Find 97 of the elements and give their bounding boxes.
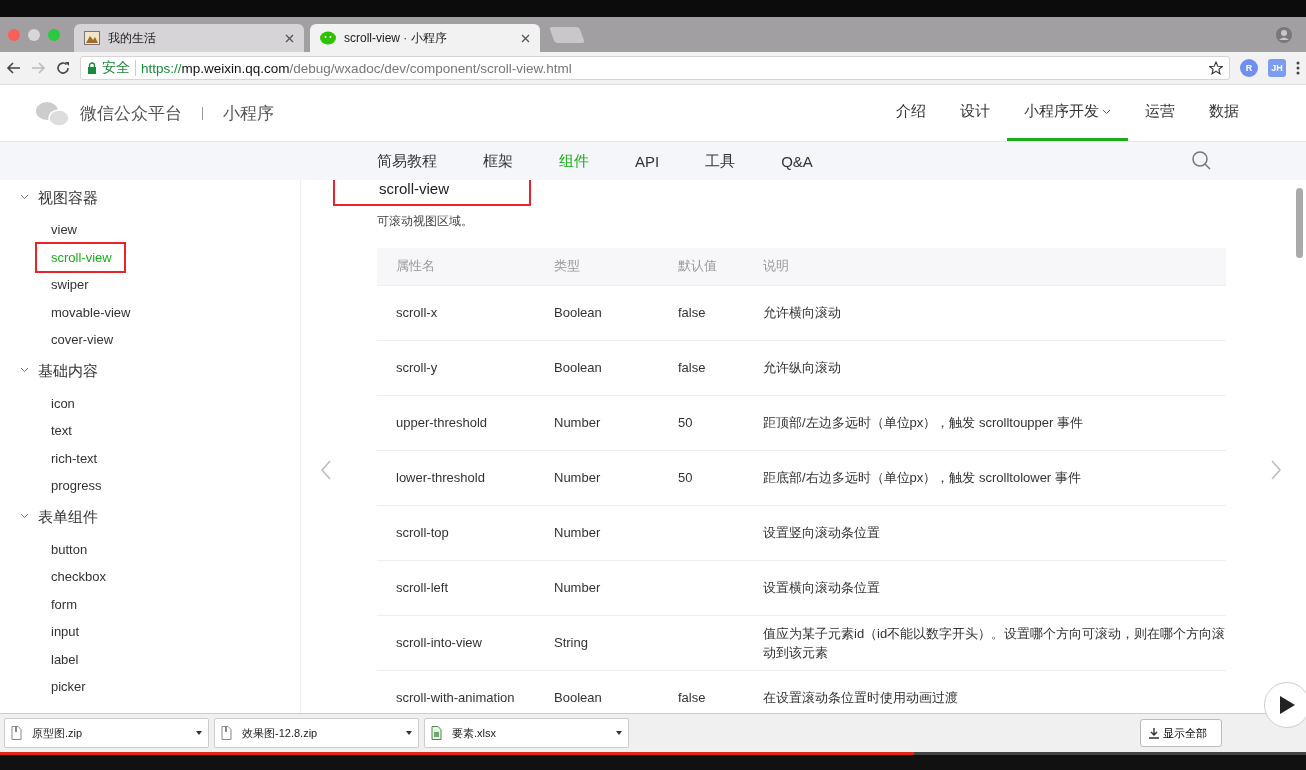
- video-progress-bar[interactable]: [0, 752, 1306, 755]
- table-cell: Boolean: [535, 340, 659, 395]
- table-cell: Number: [535, 560, 659, 615]
- table-cell: 50: [659, 395, 744, 450]
- table-cell: false: [659, 285, 744, 340]
- table-cell: 允许纵向滚动: [744, 340, 1226, 395]
- minimize-window-button[interactable]: [28, 28, 40, 41]
- table-cell: 距顶部/左边多远时（单位px），触发 scrolltoupper 事件: [744, 395, 1226, 450]
- sidebar-item[interactable]: picker: [20, 673, 86, 701]
- sidebar-item[interactable]: progress: [20, 472, 102, 500]
- sidebar-item[interactable]: text: [20, 417, 72, 445]
- chat-logo-icon: [35, 99, 70, 127]
- table-cell: lower-threshold: [377, 450, 535, 505]
- column-header: 类型: [535, 248, 659, 285]
- close-icon: [521, 33, 530, 43]
- table-cell: scroll-y: [377, 340, 535, 395]
- reload-icon: [56, 61, 70, 75]
- account-icon: [1276, 27, 1292, 43]
- sidebar-item[interactable]: form: [20, 590, 77, 618]
- site-section: 小程序: [223, 101, 274, 125]
- subnav-tab[interactable]: 工具: [705, 151, 736, 171]
- caret-icon: [196, 731, 202, 735]
- chevron-left-icon: [320, 460, 332, 480]
- lock-icon: [87, 62, 97, 74]
- table-cell: 50: [659, 450, 744, 505]
- download-item[interactable]: 原型图.zip: [4, 718, 209, 748]
- nav-tab[interactable]: 运营: [1128, 85, 1192, 141]
- sidebar-item[interactable]: input: [20, 618, 80, 646]
- nav-tab[interactable]: 介绍: [879, 85, 943, 141]
- sidebar-group[interactable]: 表单组件: [20, 507, 98, 528]
- file-icon: [11, 726, 22, 740]
- column-header: 属性名: [377, 248, 535, 285]
- file-icon: [431, 726, 442, 740]
- close-window-button[interactable]: [8, 28, 20, 41]
- nav-tab[interactable]: 数据: [1192, 85, 1256, 141]
- page-description: 可滚动视图区域。: [377, 213, 474, 230]
- maximize-window-button[interactable]: [48, 28, 60, 41]
- download-icon: [1149, 727, 1159, 739]
- sidebar-item[interactable]: rich-text: [20, 444, 98, 472]
- table-cell: Number: [535, 450, 659, 505]
- forward-icon: [31, 61, 46, 75]
- download-item[interactable]: 要素.xlsx: [424, 718, 629, 748]
- download-item[interactable]: 效果图-12.8.zip: [214, 718, 419, 748]
- sidebar-item[interactable]: icon: [20, 389, 75, 417]
- browser-tab[interactable]: scroll-view · 小程序: [310, 24, 540, 52]
- show-all-button[interactable]: 显示全部: [1140, 719, 1222, 747]
- subnav-tab[interactable]: 框架: [483, 151, 513, 171]
- sidebar-item[interactable]: view: [20, 216, 77, 244]
- table-cell: String: [535, 615, 659, 670]
- caret-icon: [616, 731, 622, 735]
- table-cell: Number: [535, 505, 659, 560]
- page-title: scroll-view: [333, 180, 531, 206]
- subnav-tab[interactable]: API: [635, 152, 660, 170]
- table-cell: 设置竖向滚动条位置: [744, 505, 1226, 560]
- table-cell: scroll-top: [377, 505, 535, 560]
- subnav-tab[interactable]: Q&A: [781, 152, 813, 170]
- sidebar-group[interactable]: 基础内容: [20, 361, 98, 382]
- chevron-right-icon: [1270, 460, 1282, 480]
- table-cell: 值应为某子元素id（id不能以数字开头）。设置哪个方向可滚动，则在哪个方向滚动到该元素: [744, 615, 1226, 670]
- site-brand[interactable]: 微信公众平台: [80, 101, 182, 125]
- sidebar-item[interactable]: label: [20, 645, 79, 673]
- table-cell: upper-threshold: [377, 395, 535, 450]
- sidebar-item[interactable]: checkbox: [20, 563, 106, 591]
- sidebar-item[interactable]: cover-view: [20, 326, 114, 354]
- sidebar-item[interactable]: movable-view: [20, 298, 131, 326]
- scrollbar-thumb[interactable]: [1296, 188, 1303, 258]
- table-cell: scroll-into-view: [377, 615, 535, 670]
- close-icon: [285, 33, 294, 43]
- table-cell: 距底部/右边多远时（单位px），触发 scrolltolower 事件: [744, 450, 1226, 505]
- address-field[interactable]: 安全 https://mp.weixin.qq.com/debug/wxadoc/dev/component/scroll-view.html: [80, 56, 1230, 80]
- table-cell: 允许横向滚动: [744, 285, 1226, 340]
- star-icon: [1209, 61, 1223, 75]
- table-cell: 设置横向滚动条位置: [744, 560, 1226, 615]
- sidebar-group[interactable]: 视图容器: [20, 188, 98, 208]
- security-label: 安全: [102, 59, 130, 77]
- table-cell: scroll-x: [377, 285, 535, 340]
- menu-icon: [1296, 61, 1300, 75]
- back-icon: [6, 61, 21, 75]
- new-tab-button[interactable]: [549, 26, 585, 43]
- caret-icon: [406, 731, 412, 735]
- table-cell: Boolean: [535, 285, 659, 340]
- subnav-tab[interactable]: 简易教程: [377, 151, 437, 171]
- column-header: 说明: [744, 248, 1226, 285]
- nav-tab[interactable]: 设计: [943, 85, 1007, 141]
- table-cell: scroll-left: [377, 560, 535, 615]
- url-text: https://mp.weixin.qq.com/debug/wxadoc/dev/component/scroll-view.html: [141, 60, 572, 76]
- sidebar-item[interactable]: swiper: [20, 271, 89, 299]
- table-cell: false: [659, 340, 744, 395]
- browser-tab[interactable]: 我的生活: [74, 24, 304, 52]
- sidebar-item[interactable]: button: [20, 535, 88, 563]
- play-icon: [1278, 695, 1296, 715]
- chat-bubble-icon: [320, 31, 336, 45]
- search-icon: [1192, 151, 1211, 170]
- file-icon: [221, 726, 232, 740]
- picture-icon: [84, 31, 100, 45]
- column-header: 默认值: [659, 248, 744, 285]
- table-cell: Number: [535, 395, 659, 450]
